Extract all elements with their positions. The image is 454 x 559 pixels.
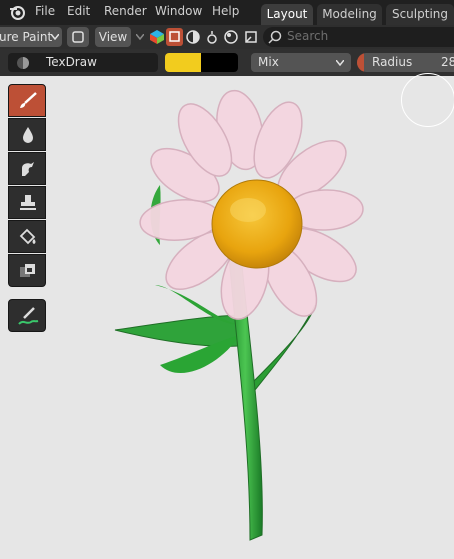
- tab-modeling[interactable]: Modeling: [317, 4, 382, 25]
- radius-fill: [357, 53, 364, 72]
- menu-file[interactable]: File: [35, 4, 55, 18]
- primary-color-swatch[interactable]: [165, 53, 201, 72]
- soften-icon: [23, 127, 33, 143]
- search-icon: [268, 30, 282, 44]
- tool-smear[interactable]: [8, 152, 46, 185]
- chevron-down-icon: [51, 34, 59, 40]
- radius-slider[interactable]: Radius 28: [357, 53, 454, 72]
- search-placeholder: Search: [287, 29, 329, 43]
- radius-label: Radius: [372, 55, 413, 69]
- secondary-color-swatch[interactable]: [201, 53, 238, 72]
- window-icon: [72, 31, 84, 43]
- top-menubar: File Edit Render Window Help Layout Mode…: [0, 0, 454, 25]
- tool-settings-bar: TexDraw Mix Radius 28: [0, 49, 454, 76]
- light-icon[interactable]: [205, 30, 219, 44]
- search-field[interactable]: Search: [263, 27, 454, 47]
- tool-soften[interactable]: [8, 118, 46, 151]
- mask-icon: [20, 264, 35, 277]
- brush-selector[interactable]: TexDraw: [8, 53, 158, 72]
- tool-clone[interactable]: [8, 186, 46, 219]
- chevron-down-icon: [336, 60, 344, 66]
- radius-value: 28: [441, 55, 454, 69]
- fill-icon: [19, 228, 36, 245]
- draw-icon: [20, 92, 37, 108]
- blender-logo-icon[interactable]: [8, 3, 26, 21]
- material-sphere-icon[interactable]: [224, 30, 238, 44]
- render-mode-icon[interactable]: [244, 30, 258, 44]
- brush-preview-icon: [17, 57, 29, 69]
- tool-annotate[interactable]: [8, 299, 46, 332]
- menu-help[interactable]: Help: [212, 4, 239, 18]
- smear-icon: [22, 162, 34, 176]
- leaf-right: [249, 304, 316, 391]
- brush-cursor-ring: [401, 73, 454, 127]
- shading-solid-active[interactable]: [166, 28, 183, 46]
- flower-center: [211, 179, 303, 269]
- tool-fill[interactable]: [8, 220, 46, 253]
- annotate-icon: [18, 307, 39, 325]
- square-select-icon: [169, 31, 180, 42]
- tool-mask[interactable]: [8, 254, 46, 287]
- brush-name: TexDraw: [46, 55, 97, 69]
- tool-draw[interactable]: [8, 84, 46, 117]
- clone-icon: [20, 195, 36, 210]
- viewport-header: ure Paint View Search: [0, 25, 454, 49]
- menu-edit[interactable]: Edit: [67, 4, 90, 18]
- menu-window[interactable]: Window: [155, 4, 202, 18]
- menu-render[interactable]: Render: [104, 4, 147, 18]
- tab-layout[interactable]: Layout: [261, 4, 313, 25]
- center-highlight: [230, 198, 266, 222]
- mode-selector[interactable]: ure Paint: [0, 27, 62, 47]
- blend-mode-select[interactable]: Mix: [251, 53, 351, 72]
- chevron-down-icon[interactable]: [136, 34, 144, 40]
- tab-sculpting[interactable]: Sculpting: [386, 4, 454, 25]
- flower-3d-model[interactable]: [100, 85, 380, 545]
- mode-label: ure Paint: [0, 30, 53, 44]
- overlay-sphere-icon[interactable]: [186, 30, 200, 44]
- viewport-gizmo-icon[interactable]: [149, 29, 165, 45]
- blend-mode-value: Mix: [258, 55, 279, 69]
- color-swatch[interactable]: [165, 53, 238, 72]
- toggle-view-button[interactable]: [67, 27, 89, 47]
- view-menu-button[interactable]: View: [95, 27, 131, 47]
